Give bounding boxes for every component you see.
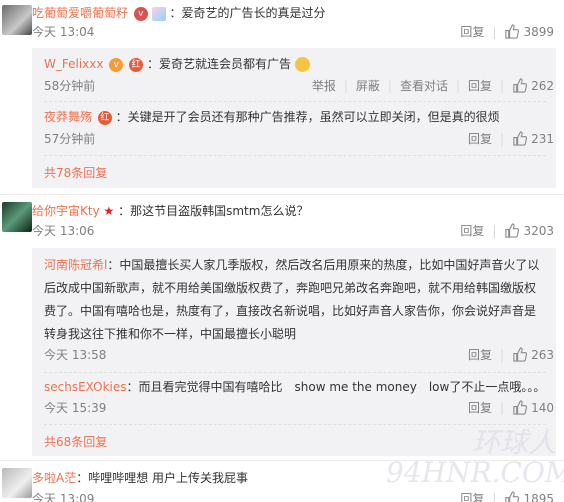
divider: | — [500, 347, 505, 362]
like-count: 231 — [531, 131, 554, 146]
reply-time: 今天 15:39 — [44, 401, 107, 415]
divider: | — [492, 24, 497, 39]
watermark-text: 环球人 94HNR.COM — [386, 426, 564, 489]
reply-button[interactable]: 回复 — [468, 399, 492, 416]
like-button[interactable]: 262 — [512, 78, 554, 93]
divider: | — [500, 131, 505, 146]
reply-actions: 举报 | 屏蔽 | 查看对话 | 回复 | 262 — [312, 77, 554, 94]
like-button[interactable]: 140 — [512, 400, 554, 415]
level-badge-icon: 红 — [129, 57, 144, 72]
avatar[interactable] — [2, 5, 32, 35]
avatar[interactable] — [2, 468, 32, 498]
like-count: 263 — [531, 347, 554, 362]
like-count: 3899 — [523, 24, 554, 39]
block-button[interactable]: 屏蔽 — [356, 77, 380, 94]
more-replies-link[interactable]: 共78条回复 — [44, 164, 107, 181]
thumbs-up-icon — [513, 400, 528, 415]
divider: | — [500, 400, 505, 415]
comment-username[interactable]: 给你宇宙Kty — [32, 204, 100, 218]
comment-line: 吃葡萄爱嚼葡萄籽 v ：爱奇艺的广告长的真是过分 — [32, 4, 326, 22]
thumbs-up-icon — [513, 131, 528, 146]
comment-time: 今天 13:06 — [32, 224, 95, 238]
comment-time: 今天 13:09 — [32, 492, 95, 502]
comment-text: ：爱奇艺的广告长的真是过分 — [169, 6, 326, 20]
reply-username[interactable]: 夜莽舞殇 — [44, 110, 92, 124]
reply-text-line: 后改成中国新歌声，就不用给美国缴版权费了，奔跑吧兄弟改名奔跑吧，就不用给韩国缴版… — [44, 281, 537, 295]
comment-username[interactable]: 吃葡萄爱嚼葡萄籽 — [32, 6, 128, 20]
comment-actions: 回复 | 1895 — [460, 490, 554, 502]
comment-actions: 回复 | 3899 — [460, 23, 554, 40]
reply-username[interactable]: W_Felixxx — [44, 57, 103, 71]
reply-text: ：而且看完觉得中国有嘻哈比 show me the money low了不止一点… — [126, 380, 546, 394]
divider: | — [343, 78, 348, 93]
vip-badge-icon: v — [109, 57, 124, 72]
thumbs-up-icon — [505, 223, 520, 238]
comment-time: 今天 13:04 — [32, 25, 95, 39]
divider: | — [455, 78, 461, 93]
thumbs-up-icon — [513, 78, 528, 93]
reply-button[interactable]: 回复 — [460, 23, 484, 40]
reply-button[interactable]: 回复 — [460, 490, 484, 502]
reply-text: ：爱奇艺就连会员都有广告 — [146, 57, 291, 71]
level-badge-icon: v — [133, 6, 148, 21]
comment-text: ：哔哩哔哩想 用户上传关我屁事 — [76, 471, 249, 485]
reply-username[interactable]: sechsEXOkies — [44, 380, 127, 394]
picture-emoji-icon — [151, 6, 166, 21]
star-icon: ★ — [103, 204, 115, 218]
like-button[interactable]: 263 — [512, 347, 554, 362]
reply-line: sechsEXOkies：而且看完觉得中国有嘻哈比 show me the mo… — [44, 378, 545, 396]
reply-time: 57分钟前 — [44, 132, 96, 146]
more-replies-link[interactable]: 共68条回复 — [44, 433, 107, 450]
reply-actions: 回复 | 231 — [468, 130, 554, 147]
reply-actions: 回复 | 140 — [468, 399, 554, 416]
reply-text: ：关键是开了会员还有那种广告推荐，虽然可以立即关闭，但是真的很烦 — [115, 110, 500, 124]
reply-time: 今天 13:58 — [44, 348, 107, 362]
report-button[interactable]: 举报 — [312, 77, 336, 94]
comment-line: 多啦A茫：哔哩哔哩想 用户上传关我屁事 — [32, 469, 248, 487]
thumbs-up-icon — [505, 491, 520, 502]
divider: | — [387, 78, 392, 93]
like-button[interactable]: 231 — [512, 131, 554, 146]
view-conversation-button[interactable]: 查看对话 — [400, 77, 448, 94]
like-count: 262 — [531, 78, 554, 93]
divider — [44, 155, 546, 156]
thumbs-up-icon — [505, 24, 520, 39]
comment-username[interactable]: 多啦A茫 — [32, 471, 76, 485]
reply-button[interactable]: 回复 — [468, 346, 492, 363]
reply-actions: 回复 | 263 — [468, 346, 554, 363]
divider — [44, 101, 546, 102]
comment-text: ：那这节目盗版韩国smtm怎么说？ — [118, 204, 309, 218]
reply-line: 河南陈冠希l：中国最擅长买人家几季版权，然后改名后用原来的热度，比如中国好声音火… — [44, 256, 539, 274]
divider: | — [492, 491, 497, 502]
like-button[interactable]: 1895 — [504, 491, 554, 502]
comment-line: 给你宇宙Kty ★ ：那这节目盗版韩国smtm怎么说？ — [32, 202, 308, 220]
thumbs-up-icon — [513, 347, 528, 362]
divider: | — [492, 223, 497, 238]
reply-time: 58分钟前 — [44, 79, 96, 93]
reply-button[interactable]: 回复 — [468, 77, 492, 94]
reply-button[interactable]: 回复 — [468, 130, 492, 147]
divider: | — [500, 78, 505, 93]
reply-text-line: 转身我这往下推和你不一样，中国最擅长小聪明 — [44, 327, 297, 341]
watermark: 环球人 94HNR.COM — [386, 428, 564, 488]
divider — [44, 424, 546, 425]
divider — [0, 194, 564, 195]
reply-text: ：中国最擅长买人家几季版权，然后改名后用原来的热度，比如中国好声音火了以 — [107, 258, 540, 272]
divider — [44, 372, 546, 373]
avatar[interactable] — [2, 202, 32, 232]
level-badge-icon: 红 — [97, 110, 112, 125]
like-count: 1895 — [523, 491, 554, 502]
emoji-icon — [294, 57, 310, 72]
reply-username[interactable]: 河南陈冠希l — [44, 258, 107, 272]
reply-text-line: 费了。中国有嘻哈也是，热度有了，直接改名新说唱，比如好声音人家告你，你会说好声音… — [44, 304, 537, 318]
reply-line: W_Felixxx v 红 ：爱奇艺就连会员都有广告 — [44, 55, 310, 73]
like-count: 3203 — [523, 223, 554, 238]
like-button[interactable]: 3899 — [504, 24, 554, 39]
comment-actions: 回复 | 3203 — [460, 222, 554, 239]
reply-button[interactable]: 回复 — [460, 222, 484, 239]
reply-line: 夜莽舞殇 红 ：关键是开了会员还有那种广告推荐，虽然可以立即关闭，但是真的很烦 — [44, 108, 500, 126]
like-button[interactable]: 3203 — [504, 223, 554, 238]
like-count: 140 — [531, 400, 554, 415]
